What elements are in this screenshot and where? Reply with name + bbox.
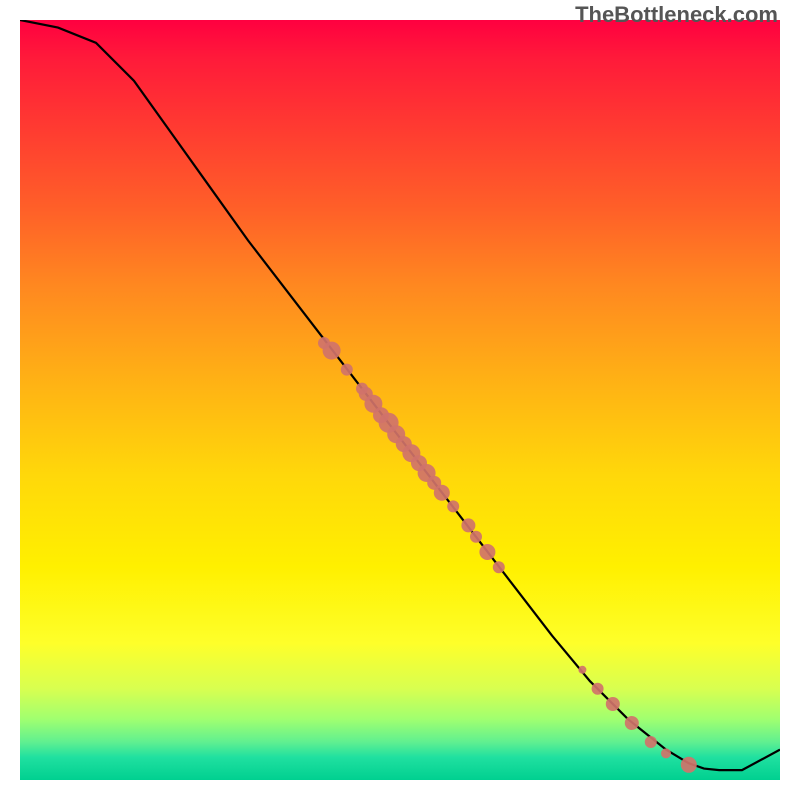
scatter-point xyxy=(493,561,505,573)
curve-line xyxy=(20,20,780,770)
curve-path xyxy=(20,20,780,770)
scatter-point xyxy=(578,666,586,674)
scatter-point xyxy=(447,500,459,512)
scatter-point xyxy=(323,342,341,360)
scatter-point xyxy=(470,531,482,543)
scatter-point xyxy=(479,544,495,560)
chart-svg xyxy=(20,20,780,780)
scatter-point xyxy=(592,683,604,695)
scatter-point xyxy=(606,697,620,711)
scatter-points xyxy=(318,337,697,773)
chart-container: TheBottleneck.com xyxy=(0,0,800,800)
scatter-point xyxy=(681,757,697,773)
scatter-point xyxy=(434,485,450,501)
scatter-point xyxy=(661,748,671,758)
scatter-point xyxy=(341,364,353,376)
scatter-point xyxy=(625,716,639,730)
scatter-point xyxy=(645,736,657,748)
scatter-point xyxy=(461,518,475,532)
